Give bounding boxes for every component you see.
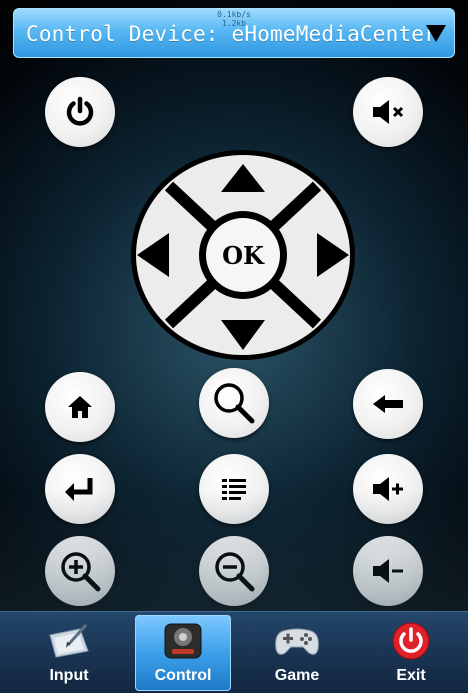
dropdown-arrow-icon[interactable] bbox=[424, 22, 448, 44]
bottom-tab-bar: Input Control Game Exit bbox=[0, 611, 468, 693]
search-icon bbox=[214, 383, 255, 424]
ok-button[interactable]: OK bbox=[199, 211, 287, 299]
search-button[interactable] bbox=[199, 368, 269, 438]
tab-exit[interactable]: Exit bbox=[363, 615, 459, 691]
tab-control-label: Control bbox=[154, 667, 212, 684]
back-button[interactable] bbox=[353, 369, 423, 439]
volume-down-button[interactable] bbox=[353, 536, 423, 606]
tab-input[interactable]: Input bbox=[21, 615, 117, 691]
mute-icon bbox=[373, 100, 404, 124]
gamepad-icon bbox=[275, 628, 319, 655]
direction-pad: OK bbox=[131, 150, 355, 360]
ok-label: OK bbox=[222, 241, 265, 270]
zoom-in-button[interactable] bbox=[45, 536, 115, 606]
control-icon bbox=[164, 623, 202, 659]
power-icon bbox=[66, 96, 94, 126]
tab-control[interactable]: Control bbox=[135, 615, 231, 691]
remote-control-screen: 0.1kb/s 1.2kb Control Device: eHomeMediaC… bbox=[0, 0, 468, 693]
enter-icon bbox=[65, 478, 93, 501]
tab-game-label: Game bbox=[274, 667, 320, 684]
home-icon bbox=[68, 396, 92, 418]
control-device-bar[interactable]: 0.1kb/s 1.2kb Control Device: eHomeMediaC… bbox=[13, 8, 455, 58]
back-arrow-icon bbox=[373, 395, 403, 413]
volume-up-icon bbox=[373, 477, 403, 501]
exit-icon bbox=[392, 622, 430, 660]
list-icon bbox=[222, 479, 246, 500]
zoom-out-icon bbox=[215, 552, 255, 592]
home-button[interactable] bbox=[45, 372, 115, 442]
enter-button[interactable] bbox=[45, 454, 115, 524]
device-title: Control Device: eHomeMediaCenter bbox=[26, 22, 437, 46]
volume-down-icon bbox=[373, 559, 403, 583]
zoom-in-icon bbox=[61, 552, 101, 592]
power-button[interactable] bbox=[45, 77, 115, 147]
volume-up-button[interactable] bbox=[353, 454, 423, 524]
menu-list-button[interactable] bbox=[199, 454, 269, 524]
zoom-out-button[interactable] bbox=[199, 536, 269, 606]
input-icon bbox=[49, 623, 89, 658]
tab-game[interactable]: Game bbox=[249, 615, 345, 691]
mute-button[interactable] bbox=[353, 77, 423, 147]
tab-exit-label: Exit bbox=[396, 667, 426, 684]
tab-input-label: Input bbox=[49, 667, 89, 684]
